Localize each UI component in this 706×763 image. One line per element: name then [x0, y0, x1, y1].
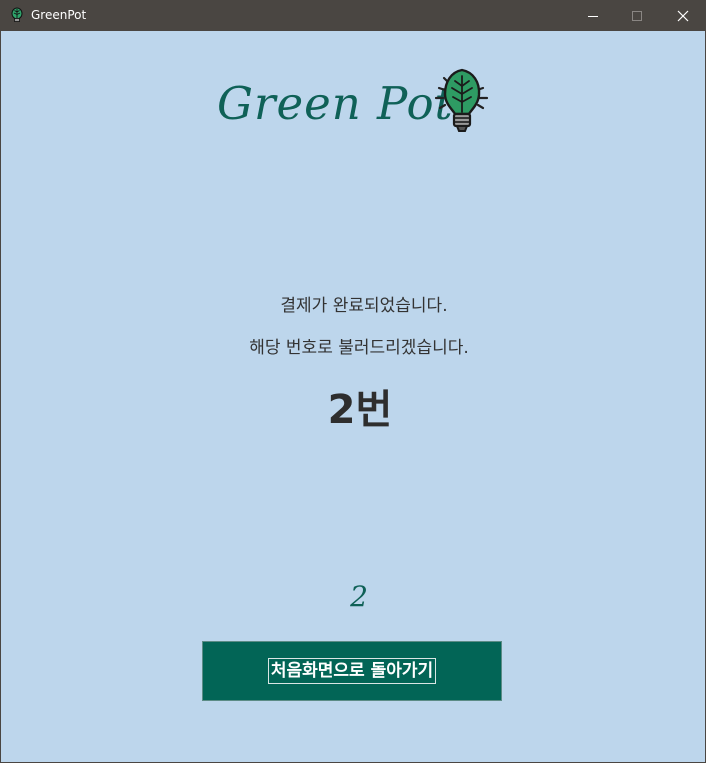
call-number-message: 해당 번호로 불러드리겠습니다. [249, 338, 469, 358]
window-title: GreenPot [31, 8, 87, 22]
leaf-bulb-icon [434, 68, 489, 132]
countdown-timer: 2 [350, 580, 368, 613]
app-window: GreenPot Green Pot 결제가 완료되었습니다. 해당 번호로 불… [0, 0, 706, 763]
order-number: 2번 [327, 387, 393, 433]
maximize-icon [632, 10, 642, 21]
payment-complete-message: 결제가 완료되었습니다. [280, 296, 448, 316]
green-pot-logo: Green Pot [217, 68, 492, 138]
title-bar[interactable]: GreenPot [1, 0, 706, 31]
app-icon [11, 7, 23, 22]
close-icon [677, 10, 689, 21]
return-home-label: 처음화면으로 돌아가기 [267, 658, 437, 684]
logo-text: Green Pot [217, 77, 454, 130]
maximize-button[interactable] [614, 0, 660, 31]
minimize-icon [588, 15, 598, 17]
minimize-button[interactable] [570, 0, 616, 31]
return-home-button[interactable]: 처음화면으로 돌아가기 [202, 641, 502, 701]
close-button[interactable] [660, 0, 706, 31]
